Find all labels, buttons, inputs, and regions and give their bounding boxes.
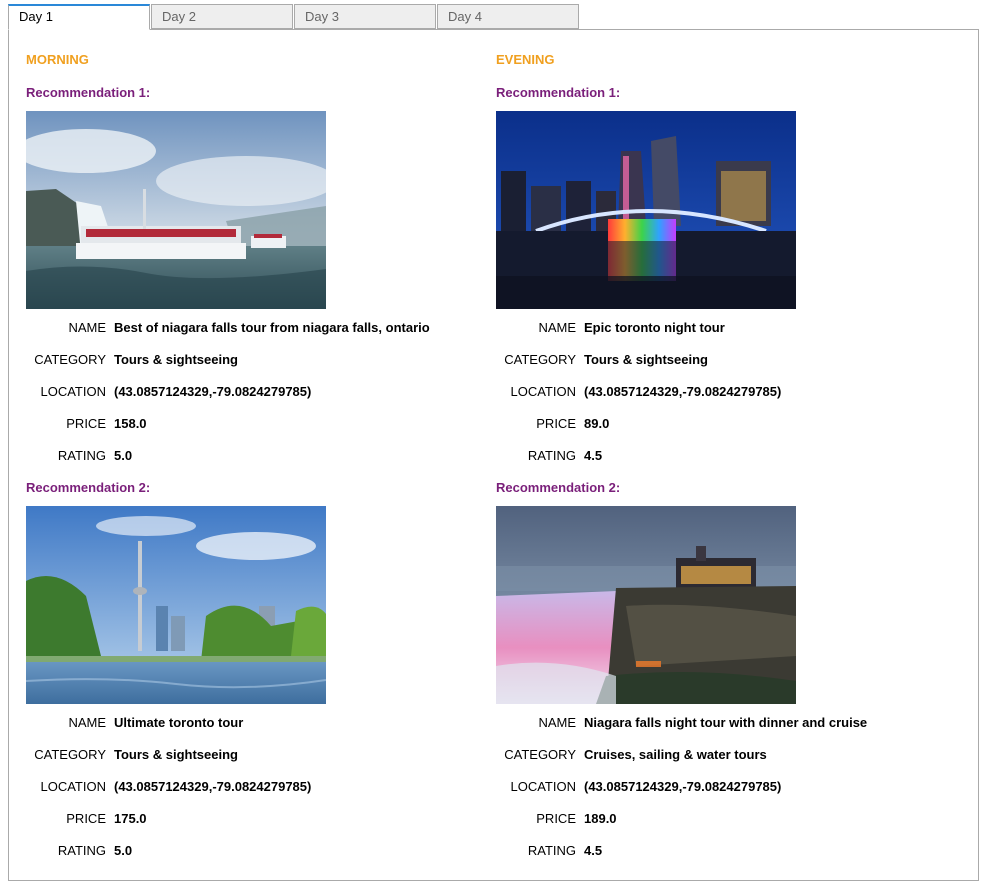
price-row: PRICE 89.0 <box>496 416 956 432</box>
niagara-falls-night-photo <box>496 506 796 704</box>
name-label: NAME <box>538 715 576 730</box>
price-row: PRICE 175.0 <box>26 811 486 827</box>
name-value: Best of niagara falls tour from niagara … <box>114 320 430 335</box>
location-label: LOCATION <box>510 384 577 399</box>
price-label: PRICE <box>66 811 106 826</box>
location-row: LOCATION (43.0857124329,-79.0824279785) <box>496 384 956 400</box>
category-row: CATEGORY Tours & sightseeing <box>496 352 956 368</box>
rating-value: 5.0 <box>114 843 133 858</box>
price-row: PRICE 158.0 <box>26 416 486 432</box>
category-label: CATEGORY <box>504 747 576 762</box>
price-label: PRICE <box>66 416 106 431</box>
name-value: Ultimate toronto tour <box>114 715 244 730</box>
day-panel: MORNING Recommendation 1: NAME Best of n… <box>8 29 979 881</box>
rating-value: 5.0 <box>114 448 133 463</box>
category-label: CATEGORY <box>34 352 106 367</box>
recommendation-title: Recommendation 1: <box>26 85 151 100</box>
category-value: Tours & sightseeing <box>114 747 238 762</box>
rating-label: RATING <box>527 843 576 858</box>
location-value: (43.0857124329,-79.0824279785) <box>114 779 312 794</box>
morning-heading: MORNING <box>26 52 89 67</box>
rating-row: RATING 5.0 <box>26 843 486 859</box>
location-value: (43.0857124329,-79.0824279785) <box>114 384 312 399</box>
price-value: 158.0 <box>114 416 147 431</box>
name-label: NAME <box>68 715 106 730</box>
price-value: 175.0 <box>114 811 147 826</box>
name-row: NAME Ultimate toronto tour <box>26 715 486 731</box>
location-row: LOCATION (43.0857124329,-79.0824279785) <box>26 779 486 795</box>
category-row: CATEGORY Tours & sightseeing <box>26 747 486 763</box>
recommendation-title: Recommendation 2: <box>26 480 151 495</box>
category-value: Tours & sightseeing <box>584 352 708 367</box>
rating-label: RATING <box>57 448 106 463</box>
toronto-night-sign-photo <box>496 111 796 309</box>
category-label: CATEGORY <box>504 352 576 367</box>
name-row: NAME Niagara falls night tour with dinne… <box>496 715 956 731</box>
tab-day-4[interactable]: Day 4 <box>437 4 579 29</box>
name-label: NAME <box>538 320 576 335</box>
location-label: LOCATION <box>40 779 107 794</box>
rating-row: RATING 4.5 <box>496 843 956 859</box>
location-value: (43.0857124329,-79.0824279785) <box>584 779 782 794</box>
rating-value: 4.5 <box>584 843 603 858</box>
name-label: NAME <box>68 320 106 335</box>
recommendation-title: Recommendation 1: <box>496 85 621 100</box>
tab-day-3[interactable]: Day 3 <box>294 4 436 29</box>
price-label: PRICE <box>536 811 576 826</box>
name-value: Niagara falls night tour with dinner and… <box>584 715 868 730</box>
location-value: (43.0857124329,-79.0824279785) <box>584 384 782 399</box>
price-value: 189.0 <box>584 811 617 826</box>
location-label: LOCATION <box>510 779 577 794</box>
location-label: LOCATION <box>40 384 107 399</box>
price-label: PRICE <box>536 416 576 431</box>
toronto-cn-tower-photo <box>26 506 326 704</box>
rating-row: RATING 5.0 <box>26 448 486 464</box>
rating-label: RATING <box>57 843 106 858</box>
location-row: LOCATION (43.0857124329,-79.0824279785) <box>496 779 956 795</box>
location-row: LOCATION (43.0857124329,-79.0824279785) <box>26 384 486 400</box>
evening-heading: EVENING <box>496 52 555 67</box>
category-row: CATEGORY Cruises, sailing & water tours <box>496 747 956 763</box>
category-row: CATEGORY Tours & sightseeing <box>26 352 486 368</box>
category-label: CATEGORY <box>34 747 106 762</box>
price-row: PRICE 189.0 <box>496 811 956 827</box>
price-value: 89.0 <box>584 416 610 431</box>
name-value: Epic toronto night tour <box>584 320 725 335</box>
niagara-boat-photo <box>26 111 326 309</box>
category-value: Cruises, sailing & water tours <box>584 747 767 762</box>
tab-day-2[interactable]: Day 2 <box>151 4 293 29</box>
tab-day-1[interactable]: Day 1 <box>8 4 150 30</box>
name-row: NAME Best of niagara falls tour from nia… <box>26 320 486 336</box>
name-row: NAME Epic toronto night tour <box>496 320 956 336</box>
rating-value: 4.5 <box>584 448 603 463</box>
rating-label: RATING <box>527 448 576 463</box>
recommendation-title: Recommendation 2: <box>496 480 621 495</box>
category-value: Tours & sightseeing <box>114 352 238 367</box>
rating-row: RATING 4.5 <box>496 448 956 464</box>
